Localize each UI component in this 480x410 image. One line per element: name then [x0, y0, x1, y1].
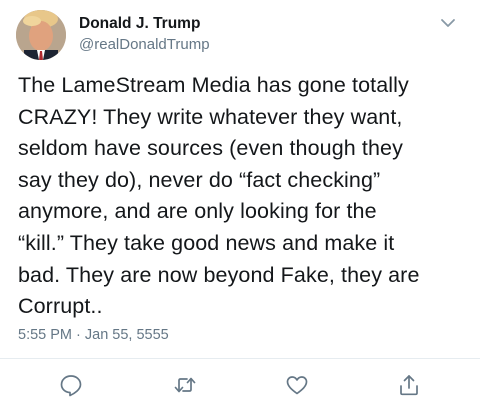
- tweet-card: Donald J. Trump @realDonaldTrump The Lam…: [0, 0, 480, 410]
- retweet-icon: [174, 377, 196, 393]
- share-icon: [400, 375, 418, 396]
- avatar[interactable]: [16, 10, 66, 60]
- retweet-button[interactable]: [172, 372, 198, 398]
- tweet-timestamp[interactable]: 5:55 PM · Jan 55, 5555: [18, 327, 169, 343]
- reply-button[interactable]: [58, 372, 84, 398]
- divider: [0, 358, 480, 359]
- like-button[interactable]: [284, 372, 310, 398]
- reply-icon: [60, 375, 82, 397]
- share-button[interactable]: [396, 372, 422, 398]
- profile-photo: [16, 10, 66, 60]
- heart-icon: [286, 376, 308, 395]
- tweet-text: The LameStream Media has gone totally CR…: [18, 73, 420, 319]
- chevron-down-icon[interactable]: [440, 16, 456, 28]
- author-name[interactable]: Donald J. Trump: [79, 15, 200, 33]
- author-handle[interactable]: @realDonaldTrump: [79, 36, 210, 53]
